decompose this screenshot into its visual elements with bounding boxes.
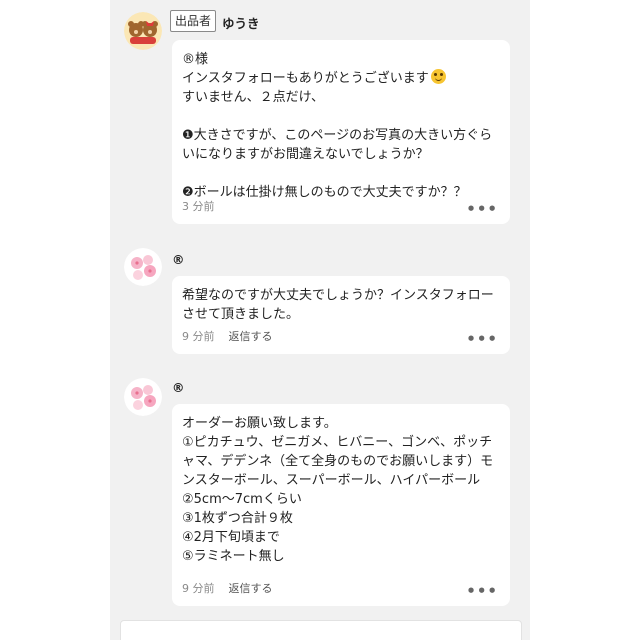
comment-text-1: ®様 インスタフォローもありがとうございます すいません、２点だけ、 ❶大きさで… — [182, 52, 493, 200]
comment-time: 9 分前 — [182, 330, 215, 343]
seller-avatar[interactable] — [124, 12, 162, 50]
comment-meta-1: 3 分前 — [182, 198, 215, 214]
ellipsis-icon[interactable]: ••• — [466, 332, 498, 347]
comment-time: 3 分前 — [182, 200, 215, 213]
buyer-avatar[interactable] — [124, 378, 162, 416]
ellipsis-icon[interactable]: ••• — [466, 202, 498, 217]
sakura-flowers-avatar-icon — [124, 248, 162, 286]
sakura-flowers-avatar-icon — [124, 378, 162, 416]
comment-input[interactable] — [120, 620, 522, 640]
seller-username[interactable]: ゆうき — [222, 13, 260, 32]
buyer-username[interactable]: ® — [172, 252, 185, 267]
ellipsis-icon[interactable]: ••• — [466, 584, 498, 599]
buyer-avatar[interactable] — [124, 248, 162, 286]
comment-text-3: オーダーお願い致します。 ①ピカチュウ、ゼニガメ、ヒバニー、ゴンベ、ポッチャマ、… — [182, 416, 494, 564]
comment-bubble-3: オーダーお願い致します。 ①ピカチュウ、ゼニガメ、ヒバニー、ゴンベ、ポッチャマ、… — [172, 404, 510, 606]
bear-couple-avatar-icon — [124, 12, 162, 50]
reply-button[interactable]: 返信する — [229, 328, 273, 344]
comment-time: 9 分前 — [182, 582, 215, 595]
comment-meta-3: 9 分前 返信する — [182, 580, 273, 596]
comment-meta-2: 9 分前 返信する — [182, 328, 273, 344]
reply-button[interactable]: 返信する — [229, 580, 273, 596]
comment-bubble-2: 希望なのですが大丈夫でしょうか？インスタフォローさせて頂きました。 9 分前 返… — [172, 276, 510, 354]
seller-badge: 出品者 — [170, 10, 217, 32]
comment-thread: 出品者 ゆうき ®様 インスタフォローもありがとうございます すいません、２点だ… — [110, 0, 530, 640]
buyer-username[interactable]: ® — [172, 380, 185, 395]
comment-bubble-1: ®様 インスタフォローもありがとうございます すいません、２点だけ、 ❶大きさで… — [172, 40, 510, 224]
smiling-face-emoji-icon — [430, 69, 446, 84]
comment-text-2: 希望なのですが大丈夫でしょうか？インスタフォローさせて頂きました。 — [182, 288, 494, 322]
